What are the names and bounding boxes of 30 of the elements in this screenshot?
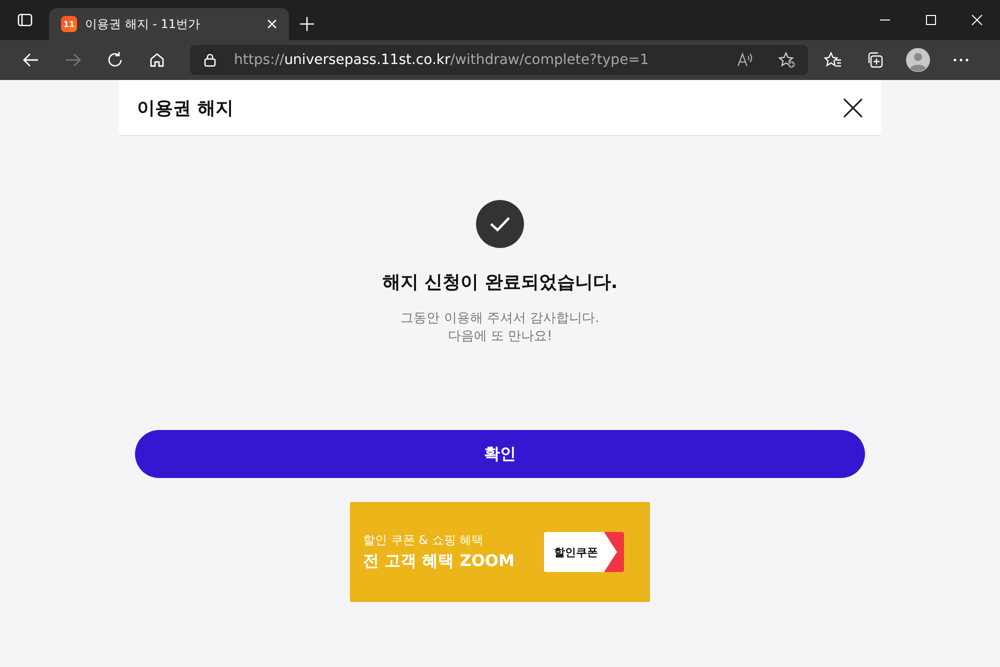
forward-arrow-icon[interactable] xyxy=(64,51,82,69)
site-logo: 11 xyxy=(61,16,77,32)
add-favorite-icon[interactable] xyxy=(778,51,796,69)
thank-you-text: 다음에 또 만나요! xyxy=(448,328,552,346)
arrow-tab-icon xyxy=(604,532,624,572)
page-title: 이용권 해지 xyxy=(137,96,234,120)
completion-message: 해지 신청이 완료되었습니다. xyxy=(382,271,618,294)
banner-title: 전 고객 혜택 ZOOM xyxy=(363,551,514,572)
profile-avatar-icon[interactable] xyxy=(906,48,930,72)
refresh-icon[interactable] xyxy=(106,51,124,69)
promo-banner[interactable]: 할인 쿠폰 & 쇼핑 혜택 전 고객 혜택 ZOOM 할인쿠폰 xyxy=(350,502,650,602)
collections-icon[interactable] xyxy=(866,51,884,69)
maximize-icon[interactable] xyxy=(925,14,937,26)
close-icon[interactable] xyxy=(843,98,863,118)
new-tab-icon[interactable] xyxy=(299,16,315,32)
back-arrow-icon[interactable] xyxy=(22,51,40,69)
read-aloud-icon[interactable] xyxy=(736,51,754,69)
browser-tab[interactable]: 11 이용권 해지 - 11번가 xyxy=(49,8,289,40)
confirm-button[interactable]: 확인 xyxy=(135,430,865,478)
lock-icon xyxy=(204,53,216,67)
coupon-label: 할인쿠폰 xyxy=(553,544,599,560)
banner-subtitle: 할인 쿠폰 & 쇼핑 혜택 xyxy=(363,532,485,549)
home-icon[interactable] xyxy=(148,51,166,69)
checkmark-icon xyxy=(476,200,524,248)
address-bar[interactable]: https://universepass.11st.co.kr/withdraw/complete?type=1 xyxy=(190,45,808,75)
url-text: https://universepass.11st.co.kr/withdraw/complete?type=1 xyxy=(234,52,649,68)
thank-you-text: 그동안 이용해 주셔서 감사합니다. xyxy=(400,310,600,328)
tab-actions-icon[interactable] xyxy=(17,12,33,28)
favorites-icon[interactable] xyxy=(824,51,842,69)
tab-title: 이용권 해지 - 11번가 xyxy=(85,16,202,32)
